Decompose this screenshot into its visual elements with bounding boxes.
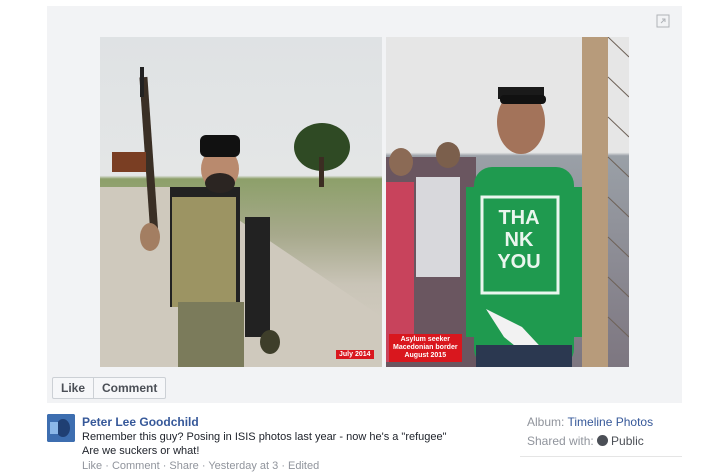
like-button[interactable]: Like — [53, 378, 93, 398]
photo-left[interactable]: July 2014 — [100, 37, 382, 367]
post-text-line-1: Remember this guy? Posing in ISIS photos… — [82, 431, 447, 443]
comment-button[interactable]: Comment — [93, 378, 165, 398]
post-author[interactable]: Peter Lee Goodchild — [82, 415, 199, 429]
photo-left-scene — [100, 67, 382, 367]
album-label: Album: — [527, 415, 565, 429]
left-photo-caption: July 2014 — [336, 350, 374, 359]
globe-icon — [597, 435, 609, 446]
caption-line-2: Macedonian border — [393, 344, 458, 351]
sharing-info: Shared with: Public — [527, 434, 644, 448]
avatar[interactable] — [47, 414, 75, 442]
avatar-image — [47, 414, 75, 442]
album-link[interactable]: Timeline Photos — [567, 415, 653, 429]
right-photo-caption: Asylum seeker Macedonian border August 2… — [389, 334, 462, 362]
shirt-line-2: NK — [504, 229, 534, 251]
divider — [520, 456, 682, 457]
album-info: Album: Timeline Photos — [527, 415, 653, 429]
expand-icon[interactable] — [656, 14, 670, 28]
shirt-line-3: YOU — [497, 251, 541, 273]
post-text-line-2: Are we suckers or what! — [82, 445, 200, 457]
shirt-print: THA NK YOU — [483, 207, 555, 273]
shirt-line-1: THA — [498, 207, 540, 229]
photo-right-scene — [386, 37, 629, 367]
post-text: Remember this guy? Posing in ISIS photos… — [82, 430, 447, 458]
privacy-value[interactable]: Public — [611, 434, 644, 448]
post-actions-line[interactable]: Like · Comment · Share · Yesterday at 3 … — [82, 460, 319, 472]
photo-right[interactable]: THA NK YOU Asylum seeker Macedonian bord… — [386, 37, 629, 367]
reaction-buttons: Like Comment — [52, 377, 167, 399]
shared-with-label: Shared with: — [527, 434, 594, 448]
caption-line-1: Asylum seeker — [400, 336, 450, 343]
caption-line-3: August 2015 — [404, 352, 447, 359]
